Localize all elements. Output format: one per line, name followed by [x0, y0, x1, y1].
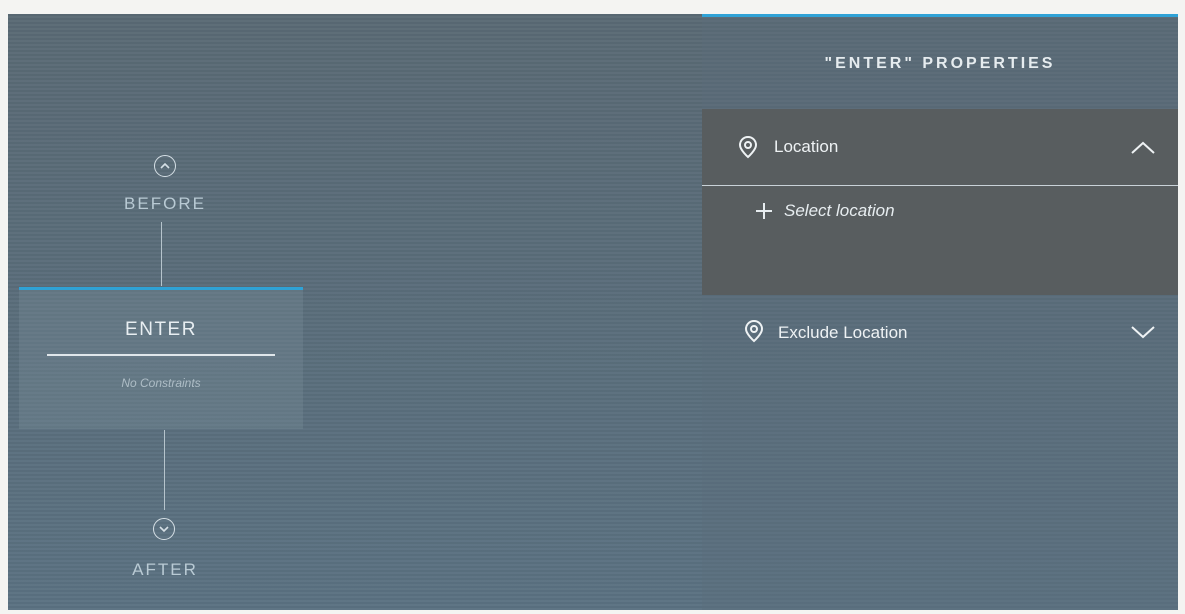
step-title: ENTER: [125, 319, 197, 340]
exclude-location-label: Exclude Location: [778, 323, 908, 342]
chevron-down-icon[interactable]: [1130, 325, 1156, 339]
chevron-up-icon[interactable]: [1130, 141, 1156, 155]
step-card-enter[interactable]: ENTER No Constraints: [19, 287, 303, 429]
exclude-location-section: Exclude Location: [702, 297, 1178, 367]
location-pin-icon: [738, 135, 758, 159]
before-label[interactable]: BEFORE: [100, 194, 230, 214]
properties-title: "ENTER" PROPERTIES: [824, 55, 1056, 72]
exclude-location-section-header[interactable]: Exclude Location: [702, 297, 1178, 373]
select-location-button[interactable]: Select location: [754, 201, 895, 221]
location-section: Location Select location: [702, 109, 1178, 295]
location-section-header[interactable]: Location: [702, 109, 1178, 185]
plus-icon: [756, 203, 772, 219]
before-up-icon[interactable]: [154, 155, 176, 177]
step-constraints-text: No Constraints: [121, 376, 201, 390]
location-pin-icon: [744, 319, 764, 343]
chevron-down-icon: [159, 526, 169, 533]
select-location-label: Select location: [784, 201, 895, 220]
properties-panel: "ENTER" PROPERTIES Location Select locat…: [702, 14, 1178, 610]
connector-bottom: [164, 430, 165, 510]
connector-top: [161, 222, 162, 286]
after-label[interactable]: AFTER: [100, 560, 230, 580]
chevron-up-icon: [160, 162, 170, 169]
app-screen: BEFORE ENTER No Constraints AFTER "ENTER…: [8, 14, 1178, 610]
section-divider: [702, 185, 1178, 186]
step-divider: [47, 354, 275, 356]
location-label: Location: [774, 137, 839, 156]
after-down-icon[interactable]: [153, 518, 175, 540]
